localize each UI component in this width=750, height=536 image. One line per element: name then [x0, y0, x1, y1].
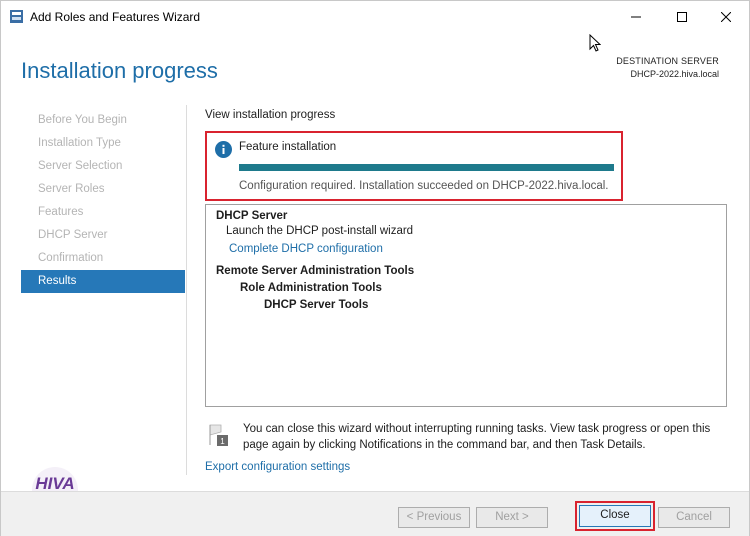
minimize-icon — [631, 16, 641, 18]
results-list: DHCP Server Launch the DHCP post-install… — [205, 204, 727, 407]
complete-dhcp-configuration-link[interactable]: Complete DHCP configuration — [229, 243, 383, 255]
title-bar[interactable]: Add Roles and Features Wizard — [1, 1, 749, 33]
wizard-window: Add Roles and Features Wizard Installati… — [0, 0, 750, 536]
wizard-nav: Before You Begin Installation Type Serve… — [21, 109, 185, 293]
nav-item-server-selection[interactable]: Server Selection — [21, 155, 185, 178]
installation-status-text: Configuration required. Installation suc… — [239, 180, 609, 192]
close-window-button[interactable] — [703, 1, 749, 33]
minimize-button[interactable] — [613, 1, 659, 33]
nav-item-results[interactable]: Results — [21, 270, 185, 293]
close-button-highlight: Close — [575, 501, 655, 531]
nav-divider — [186, 105, 187, 475]
result-launch-wizard-text: Launch the DHCP post-install wizard — [226, 225, 414, 237]
destination-server-value: DHCP-2022.hiva.local — [630, 69, 719, 79]
result-dhcp-server-tools: DHCP Server Tools — [264, 299, 369, 311]
maximize-button[interactable] — [659, 1, 705, 33]
server-manager-icon — [10, 10, 23, 23]
close-button[interactable]: Close — [579, 505, 651, 527]
destination-server-label: DESTINATION SERVER — [616, 56, 719, 66]
feature-installation-panel: Feature installation Configuration requi… — [205, 131, 623, 201]
wizard-footer: < Previous Next > Close Cancel — [1, 491, 749, 536]
cancel-button[interactable]: Cancel — [658, 507, 730, 528]
info-icon — [215, 141, 232, 158]
nav-item-features[interactable]: Features — [21, 201, 185, 224]
close-icon — [721, 12, 731, 22]
close-wizard-note: You can close this wizard without interr… — [243, 423, 711, 451]
result-role-administration-tools: Role Administration Tools — [240, 282, 382, 294]
maximize-icon — [677, 12, 687, 22]
next-button[interactable]: Next > — [476, 507, 548, 528]
nav-item-installation-type[interactable]: Installation Type — [21, 132, 185, 155]
window-title: Add Roles and Features Wizard — [30, 10, 201, 24]
nav-item-confirmation[interactable]: Confirmation — [21, 247, 185, 270]
feature-installation-title: Feature installation — [239, 141, 337, 153]
mouse-cursor-icon — [589, 34, 601, 52]
progress-fill — [239, 164, 614, 171]
result-rsat: Remote Server Administration Tools — [216, 265, 415, 277]
previous-button[interactable]: < Previous — [398, 507, 470, 528]
result-dhcp-server: DHCP Server — [216, 210, 288, 222]
page-title: Installation progress — [21, 58, 218, 83]
svg-text:1: 1 — [220, 437, 225, 446]
view-progress-label: View installation progress — [205, 109, 336, 121]
nav-item-before-you-begin[interactable]: Before You Begin — [21, 109, 185, 132]
export-configuration-link[interactable]: Export configuration settings — [205, 461, 350, 473]
nav-item-dhcp-server[interactable]: DHCP Server — [21, 224, 185, 247]
installation-progress-bar — [239, 164, 614, 171]
nav-item-server-roles[interactable]: Server Roles — [21, 178, 185, 201]
flag-note-icon: 1 — [209, 424, 228, 446]
